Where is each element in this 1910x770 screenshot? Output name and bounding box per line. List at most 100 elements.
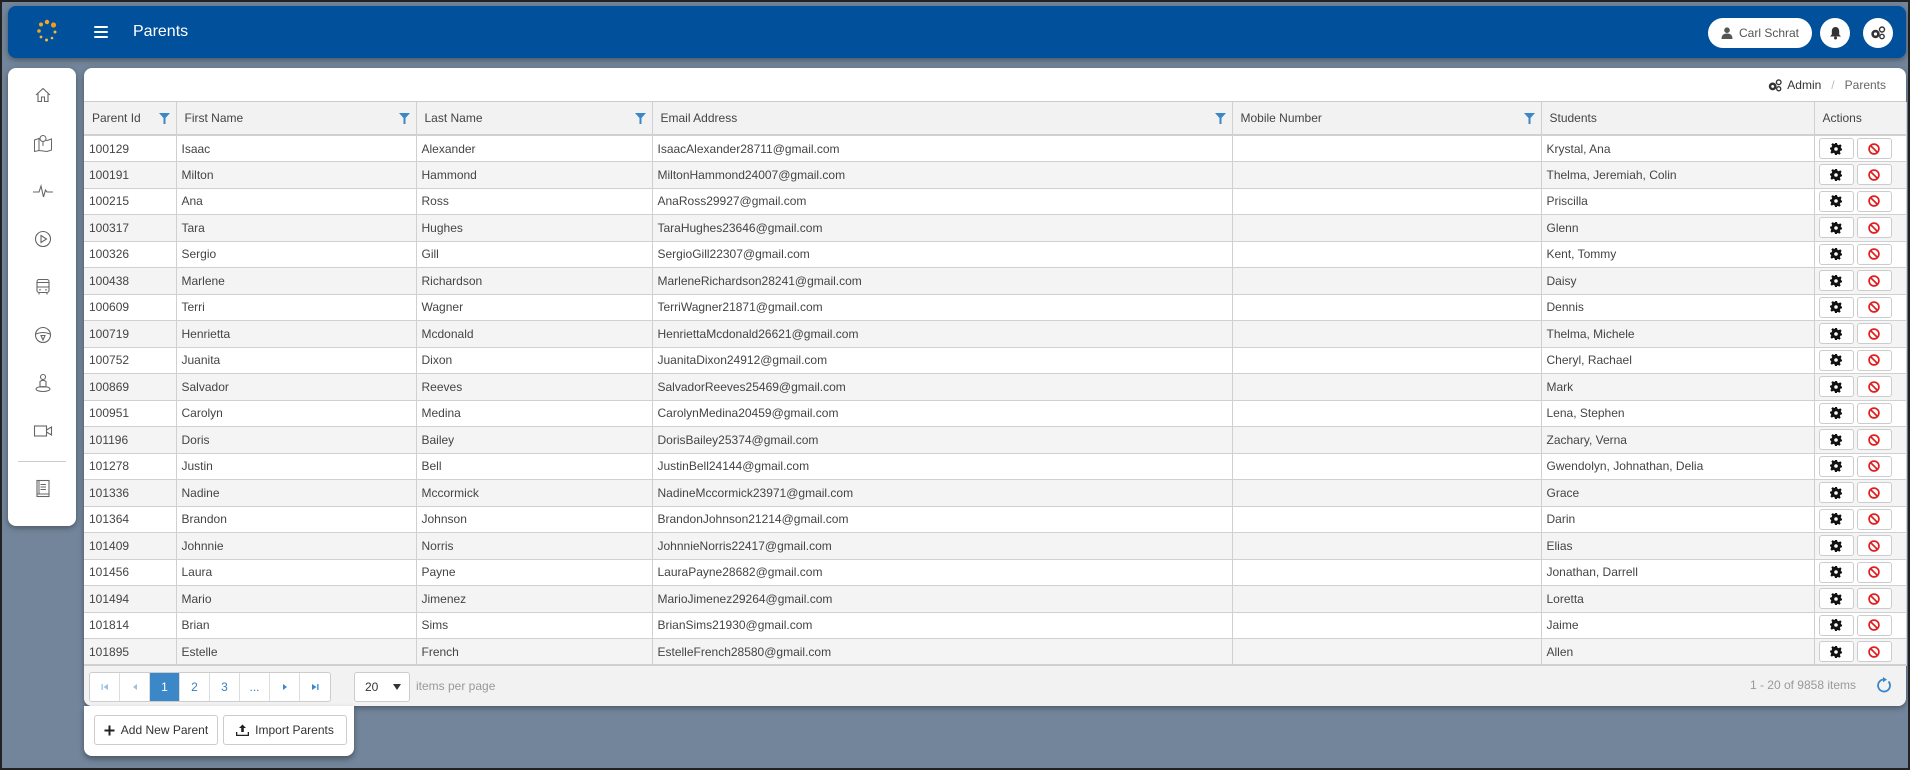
table-row[interactable]: 100326 Sergio Gill SergioGill22307@gmail.co… (84, 241, 1907, 268)
prev-page-button[interactable] (120, 673, 150, 701)
column-header-mobile-number[interactable]: Mobile Number (1232, 102, 1542, 136)
last-page-button[interactable] (300, 673, 330, 701)
table-row[interactable]: 100129 Isaac Alexander IsaacAlexander28711@… (84, 135, 1907, 162)
user-menu-button[interactable]: Carl Schrat (1708, 18, 1812, 48)
table-row[interactable]: 100752 Juanita Dixon JuanitaDixon24912@gmai… (84, 347, 1907, 374)
table-row[interactable]: 100719 Henrietta Mcdonald HenriettaMcdonald… (84, 320, 1907, 348)
first-page-button[interactable] (90, 673, 120, 701)
edit-parent-button[interactable] (1818, 402, 1854, 424)
hamburger-menu-icon[interactable] (94, 26, 108, 38)
edit-parent-button[interactable] (1818, 349, 1854, 371)
table-row[interactable]: 101409 Johnnie Norris JohnnieNorris22417@gm… (84, 532, 1907, 560)
table-row[interactable]: 101196 Doris Bailey DorisBailey25374@gmail.… (84, 426, 1907, 454)
edit-parent-button[interactable] (1818, 243, 1854, 265)
filter-icon[interactable] (634, 113, 646, 124)
column-header-first-name[interactable]: First Name (176, 102, 417, 136)
table-row[interactable]: 101336 Nadine Mccormick NadineMccormick2397… (84, 479, 1907, 507)
delete-parent-button[interactable] (1856, 535, 1892, 557)
delete-parent-button[interactable] (1856, 455, 1892, 477)
filter-icon[interactable] (1523, 113, 1535, 124)
table-row[interactable]: 101494 Mario Jimenez MarioJimenez29264@gmai… (84, 585, 1907, 613)
delete-parent-button[interactable] (1856, 164, 1892, 186)
next-page-button[interactable] (270, 673, 300, 701)
table-row[interactable]: 101814 Brian Sims BrianSims21930@gmail.com J… (84, 612, 1907, 639)
column-header-actions[interactable]: Actions (1814, 102, 1907, 136)
column-header-parent-id[interactable]: Parent Id (84, 102, 177, 136)
delete-parent-button[interactable] (1856, 270, 1892, 292)
import-parents-button[interactable]: Import Parents (223, 715, 347, 745)
sidebar-item-activity[interactable] (32, 180, 54, 202)
edit-parent-button[interactable] (1818, 270, 1854, 292)
table-row[interactable]: 100869 Salvador Reeves SalvadorReeves25469@… (84, 373, 1907, 401)
sidebar-item-bus[interactable] (32, 276, 54, 298)
delete-parent-button[interactable] (1856, 429, 1892, 451)
sidebar-item-reports[interactable] (32, 478, 54, 500)
more-pages-button[interactable]: ... (240, 673, 270, 701)
edit-parent-button[interactable] (1818, 641, 1854, 663)
delete-parent-button[interactable] (1856, 482, 1892, 504)
sidebar-item-map[interactable] (32, 132, 54, 154)
delete-parent-button[interactable] (1856, 296, 1892, 318)
edit-parent-button[interactable] (1818, 296, 1854, 318)
column-header-students[interactable]: Students (1541, 102, 1815, 136)
delete-parent-button[interactable] (1856, 376, 1892, 398)
table-row[interactable]: 100609 Terri Wagner TerriWagner21871@gmail.… (84, 294, 1907, 321)
edit-parent-button[interactable] (1818, 535, 1854, 557)
delete-parent-button[interactable] (1856, 588, 1892, 610)
edit-parent-button[interactable] (1818, 561, 1854, 583)
edit-parent-button[interactable] (1818, 429, 1854, 451)
edit-parent-button[interactable] (1818, 376, 1854, 398)
sidebar-item-video[interactable] (32, 420, 54, 442)
breadcrumb-admin-link[interactable]: Admin (1787, 78, 1821, 92)
delete-parent-button[interactable] (1856, 323, 1892, 345)
delete-parent-button[interactable] (1856, 190, 1892, 212)
delete-parent-button[interactable] (1856, 138, 1892, 159)
page-button-3[interactable]: 3 (210, 673, 240, 701)
table-row[interactable]: 100215 Ana Ross AnaRoss29927@gmail.com Prisc… (84, 188, 1907, 215)
sidebar-item-playback[interactable] (32, 228, 54, 250)
table-row[interactable]: 101278 Justin Bell JustinBell24144@gmail.co… (84, 453, 1907, 480)
edit-parent-button[interactable] (1818, 323, 1854, 345)
delete-parent-button[interactable] (1856, 217, 1892, 239)
edit-parent-button[interactable] (1818, 138, 1854, 159)
edit-parent-button[interactable] (1818, 164, 1854, 186)
table-row[interactable]: 100951 Carolyn Medina CarolynMedina20459@gm… (84, 400, 1907, 427)
table-row[interactable]: 101364 Brandon Johnson BrandonJohnson21214@… (84, 506, 1907, 533)
edit-parent-button[interactable] (1818, 482, 1854, 504)
items-per-page-select[interactable]: 20 (354, 672, 410, 702)
table-row[interactable]: 101895 Estelle French EstelleFrench28580@gm… (84, 638, 1907, 666)
delete-parent-button[interactable] (1856, 508, 1892, 530)
page-button-1[interactable]: 1 (150, 673, 180, 701)
delete-parent-button[interactable] (1856, 641, 1892, 663)
page-button-2[interactable]: 2 (180, 673, 210, 701)
filter-icon[interactable] (398, 113, 410, 124)
edit-parent-button[interactable] (1818, 217, 1854, 239)
edit-parent-button[interactable] (1818, 508, 1854, 530)
edit-parent-button[interactable] (1818, 455, 1854, 477)
delete-parent-button[interactable] (1856, 561, 1892, 583)
filter-icon[interactable] (158, 113, 170, 124)
edit-parent-button[interactable] (1818, 588, 1854, 610)
sidebar-item-home[interactable] (32, 84, 54, 106)
column-header-last-name[interactable]: Last Name (416, 102, 653, 136)
delete-parent-button[interactable] (1856, 614, 1892, 636)
add-new-parent-button[interactable]: Add New Parent (94, 715, 218, 745)
table-row[interactable]: 100191 Milton Hammond MiltonHammond24007@gm… (84, 161, 1907, 189)
table-row[interactable]: 101456 Laura Payne LauraPayne28682@gmail.co… (84, 559, 1907, 586)
edit-parent-button[interactable] (1818, 190, 1854, 212)
refresh-icon[interactable] (1876, 677, 1892, 693)
sidebar-item-driver[interactable] (32, 324, 54, 346)
gear-icon (1830, 486, 1842, 499)
delete-parent-button[interactable] (1856, 243, 1892, 265)
app-logo-icon[interactable] (34, 18, 60, 44)
delete-parent-button[interactable] (1856, 349, 1892, 371)
notifications-button[interactable] (1820, 18, 1850, 48)
edit-parent-button[interactable] (1818, 614, 1854, 636)
delete-parent-button[interactable] (1856, 402, 1892, 424)
table-row[interactable]: 100438 Marlene Richardson MarleneRichardson… (84, 267, 1907, 295)
filter-icon[interactable] (1214, 113, 1226, 124)
admin-settings-button[interactable] (1863, 18, 1893, 48)
column-header-email-address[interactable]: Email Address (652, 102, 1233, 136)
sidebar-item-location-person[interactable] (32, 372, 54, 394)
table-row[interactable]: 100317 Tara Hughes TaraHughes23646@gmail.co… (84, 214, 1907, 242)
